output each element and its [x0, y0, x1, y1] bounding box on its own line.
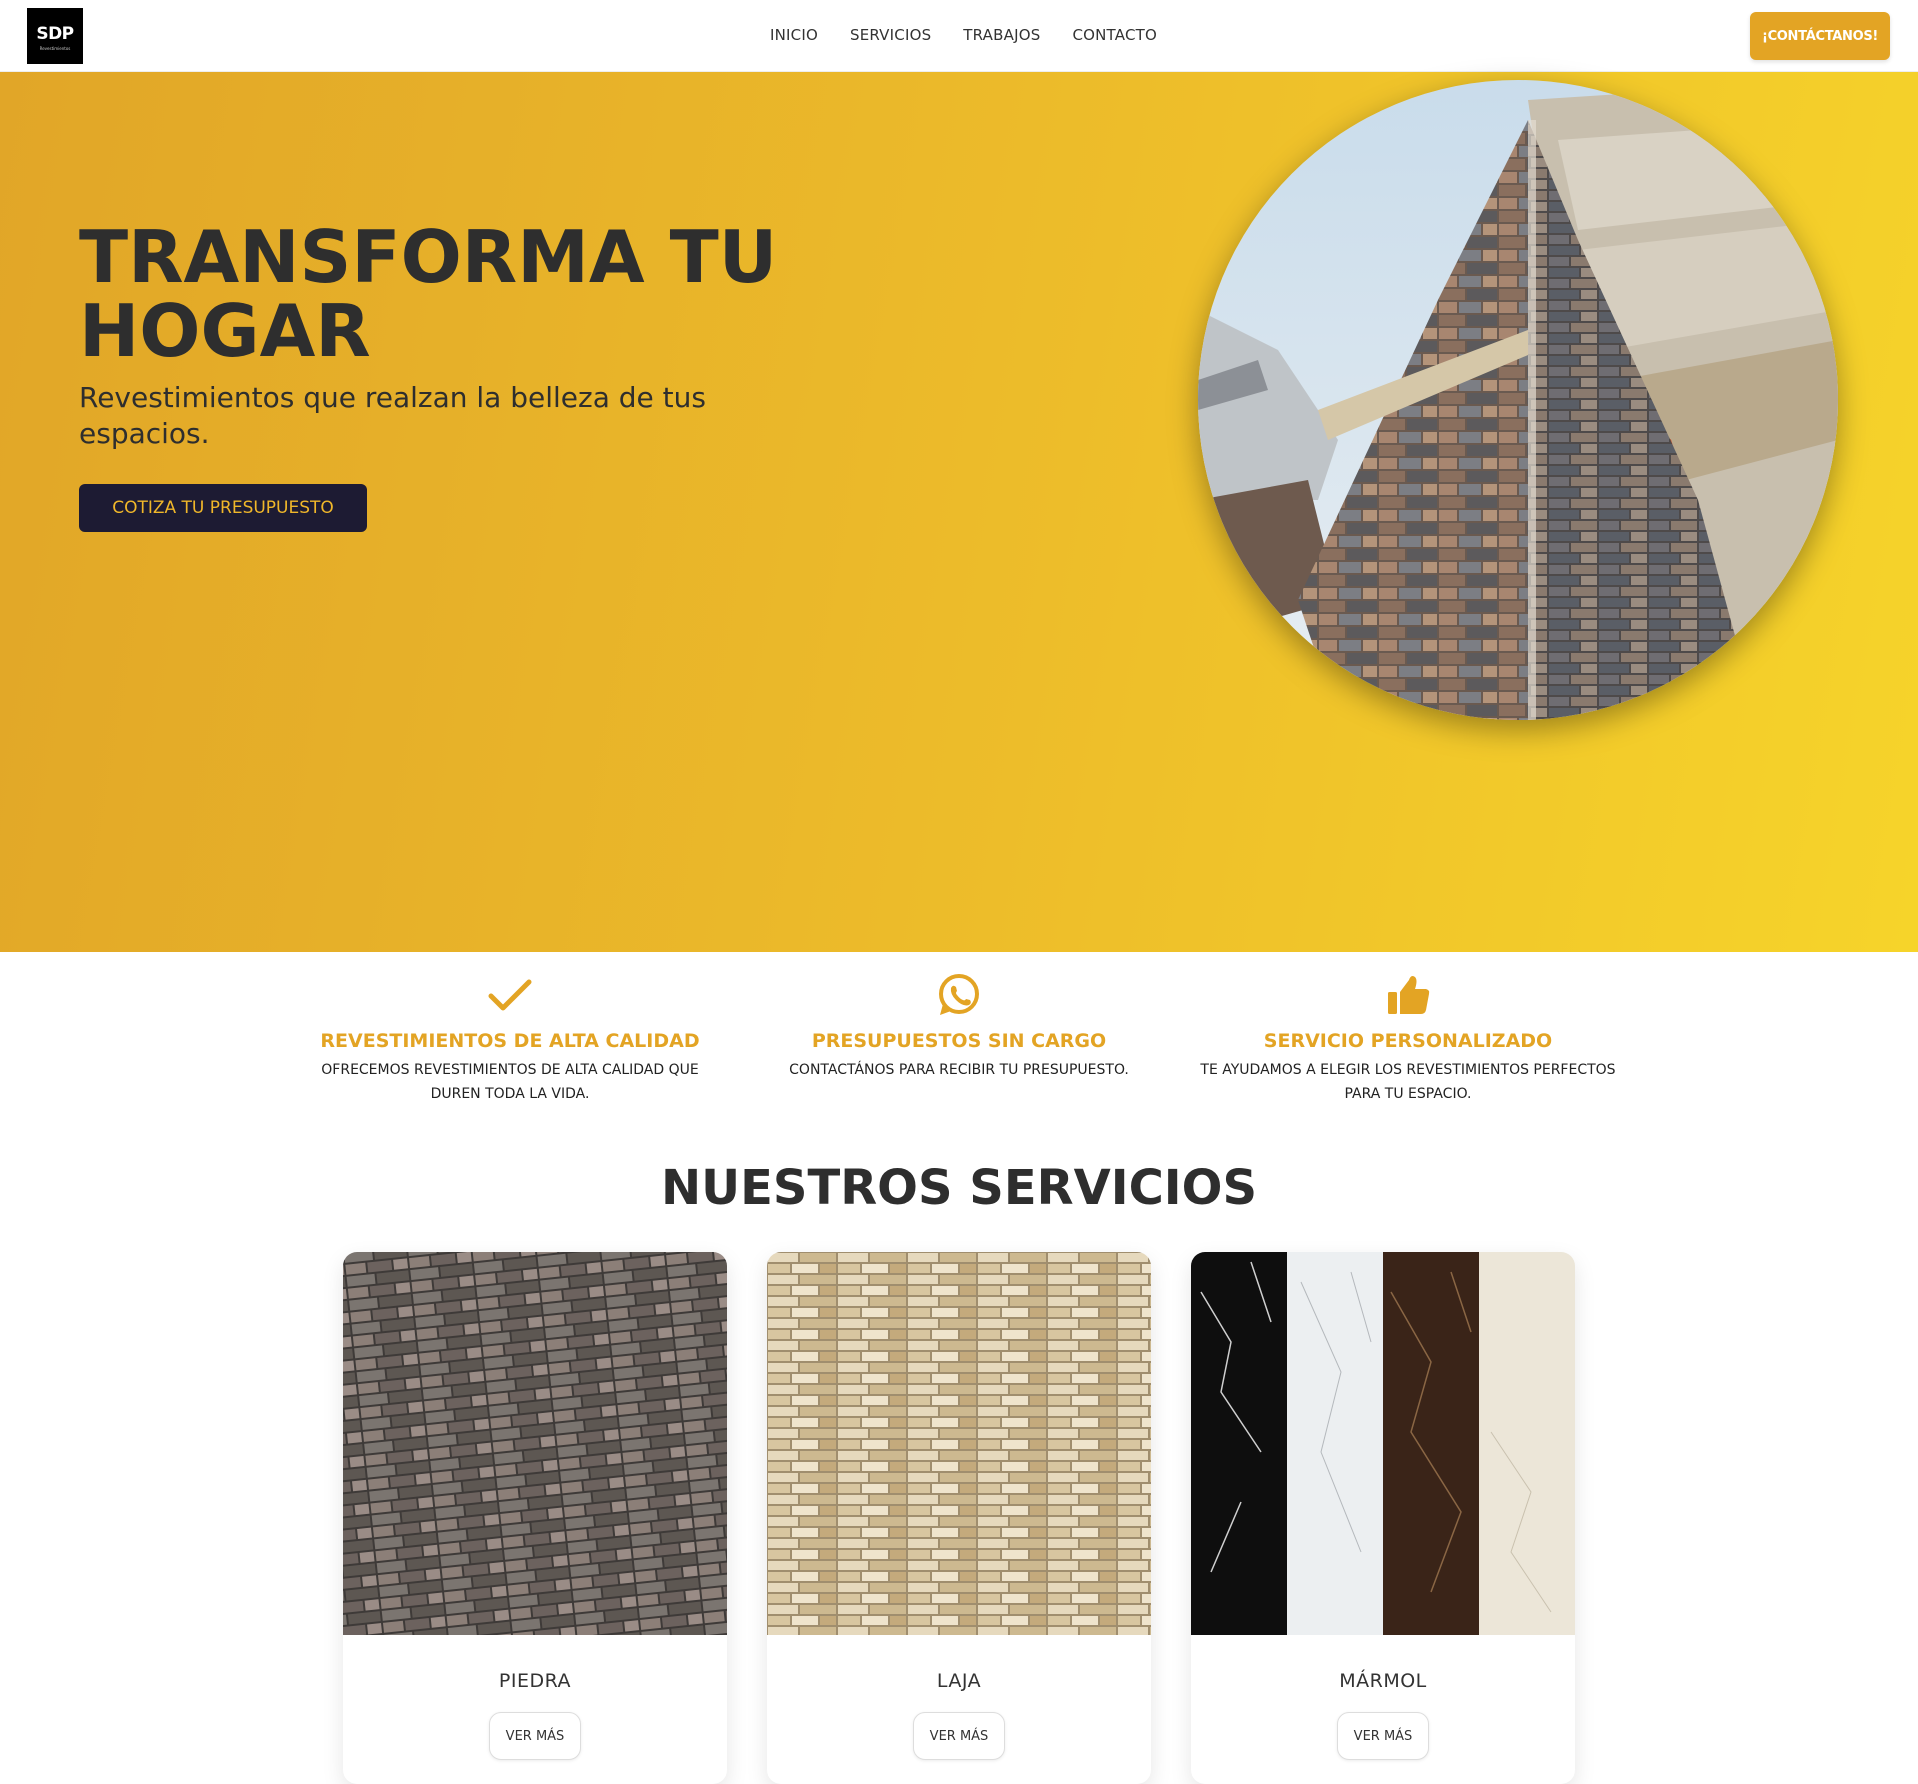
hero-title-line1: TRANSFORMA TU: [79, 215, 778, 299]
see-more-button[interactable]: VER MÁS: [913, 1712, 1005, 1760]
marmol-image: [1191, 1252, 1575, 1635]
quote-button[interactable]: COTIZA TU PRESUPUESTO: [79, 484, 367, 532]
services-title: NUESTROS SERVICIOS: [660, 1160, 1258, 1216]
sdp-logo[interactable]: SDP Revestimientos: [27, 8, 83, 64]
whatsapp-icon: [939, 974, 979, 1015]
feature-quality: REVESTIMIENTOS DE ALTA CALIDAD OFRECEMOS…: [300, 972, 720, 1106]
service-card-name: PIEDRA: [498, 1670, 572, 1692]
service-card-marmol[interactable]: MÁRMOL VER MÁS: [1191, 1252, 1575, 1784]
main-nav: INICIO SERVICIOS TRABAJOS CONTACTO: [770, 26, 1157, 44]
feature-title: REVESTIMIENTOS DE ALTA CALIDAD: [320, 1030, 700, 1052]
logo-text: SDP: [36, 24, 74, 44]
feature-text: CONTACTÁNOS PARA RECIBIR TU PRESUPUESTO.: [789, 1062, 1129, 1078]
feature-free-quote: PRESUPUESTOS SIN CARGO CONTACTÁNOS PARA …: [749, 972, 1169, 1082]
feature-personalized: SERVICIO PERSONALIZADO TE AYUDAMOS A ELE…: [1198, 972, 1618, 1106]
hero-subtitle: Revestimientos que realzan la belleza de…: [79, 381, 706, 450]
see-more-button[interactable]: VER MÁS: [489, 1712, 581, 1760]
nav-item-servicios[interactable]: SERVICIOS: [850, 26, 931, 44]
laja-image: [767, 1252, 1151, 1635]
nav-item-inicio[interactable]: INICIO: [770, 26, 818, 44]
piedra-image: [343, 1252, 727, 1635]
check-icon: [488, 979, 532, 1011]
feature-title: PRESUPUESTOS SIN CARGO: [811, 1030, 1107, 1052]
feature-title: SERVICIO PERSONALIZADO: [1263, 1030, 1553, 1052]
service-card-name: LAJA: [936, 1670, 982, 1692]
feature-text: TE AYUDAMOS A ELEGIR LOS REVESTIMIENTOS …: [1200, 1062, 1616, 1102]
hero-building-image: [1198, 80, 1838, 720]
service-card-name: MÁRMOL: [1339, 1670, 1427, 1692]
service-card-piedra[interactable]: PIEDRA VER MÁS: [343, 1252, 727, 1784]
service-card-laja[interactable]: LAJA VER MÁS: [767, 1252, 1151, 1784]
hero-section: TRANSFORMA TU HOGAR Revestimientos que r…: [0, 72, 1918, 952]
site-header: SDP Revestimientos INICIO SERVICIOS TRAB…: [0, 0, 1918, 72]
nav-item-trabajos[interactable]: TRABAJOS: [963, 26, 1040, 44]
thumbs-up-icon: [1388, 976, 1430, 1014]
see-more-button[interactable]: VER MÁS: [1337, 1712, 1429, 1760]
feature-text: OFRECEMOS REVESTIMIENTOS DE ALTA CALIDAD…: [321, 1062, 699, 1102]
contact-us-button[interactable]: ¡CONTÁCTANOS!: [1750, 12, 1890, 60]
nav-item-contacto[interactable]: CONTACTO: [1072, 26, 1157, 44]
logo-subtext: Revestimientos: [39, 46, 71, 51]
hero-title-line2: HOGAR: [79, 289, 371, 373]
stone-column-illustration: [1198, 80, 1838, 720]
hero-title: TRANSFORMA TU HOGAR: [79, 220, 779, 368]
